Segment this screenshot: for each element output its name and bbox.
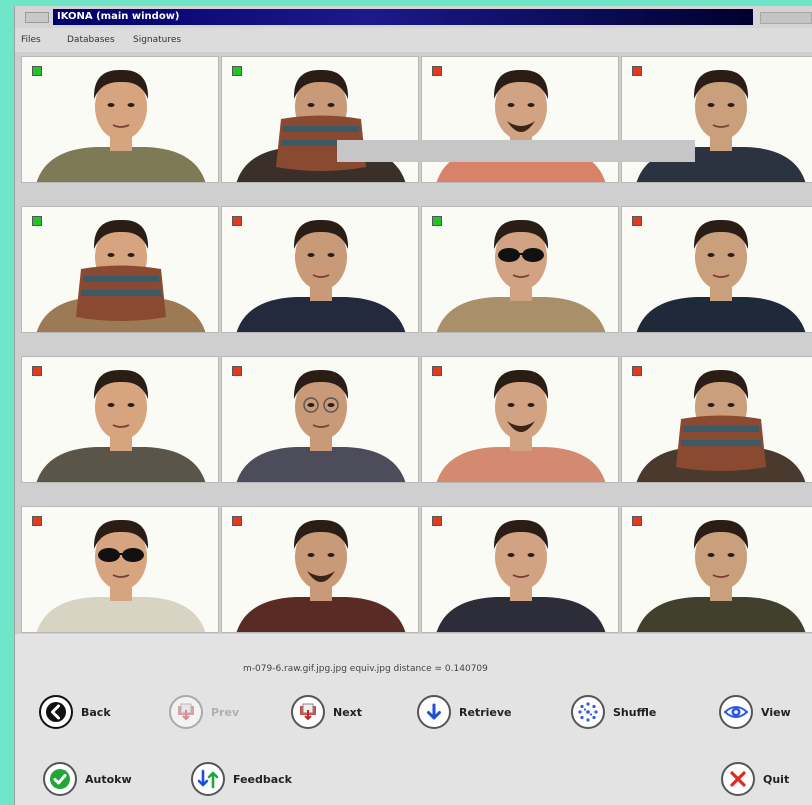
face-image (436, 219, 606, 332)
quit-label: Quit (763, 772, 790, 786)
image-thumbnail[interactable] (21, 506, 219, 633)
feedback-arrows-icon (191, 762, 225, 796)
menu-bar: Files Databases Signatures (15, 32, 812, 48)
image-thumbnail[interactable] (421, 206, 619, 333)
shuffle-icon (571, 695, 605, 729)
face-image (36, 69, 206, 182)
face-image (236, 369, 406, 482)
not-relevant-flag[interactable] (32, 366, 42, 376)
back-button[interactable]: Back (39, 692, 111, 732)
feedback-button[interactable]: Feedback (191, 759, 292, 799)
close-icon (721, 762, 755, 796)
menu-files[interactable]: Files (21, 35, 41, 45)
feedback-label: Feedback (233, 772, 292, 786)
arrow-left-icon (39, 695, 73, 729)
window-controls[interactable] (760, 12, 812, 24)
not-relevant-flag[interactable] (432, 516, 442, 526)
eye-icon (719, 695, 753, 729)
face-image (436, 69, 606, 182)
not-relevant-flag[interactable] (32, 516, 42, 526)
image-thumbnail[interactable] (621, 356, 812, 483)
prev-button[interactable]: Prev (169, 692, 239, 732)
back-label: Back (81, 705, 111, 719)
face-image (436, 519, 606, 632)
window-title: IKONA (main window) (57, 11, 180, 22)
face-image (236, 69, 406, 182)
status-text: m-079-6.raw.gif.jpg.jpg equiv.jpg distan… (243, 664, 488, 674)
window-menu-button[interactable] (25, 12, 49, 23)
prev-icon (169, 695, 203, 729)
image-thumbnail[interactable] (421, 506, 619, 633)
face-image (636, 519, 806, 632)
image-thumbnail[interactable] (621, 506, 812, 633)
progress-bar (337, 140, 695, 162)
next-label: Next (333, 705, 363, 719)
image-thumbnail[interactable] (21, 356, 219, 483)
retrieve-label: Retrieve (459, 705, 512, 719)
not-relevant-flag[interactable] (632, 366, 642, 376)
menu-signatures[interactable]: Signatures (133, 35, 181, 45)
face-image (636, 219, 806, 332)
face-image (36, 219, 206, 332)
not-relevant-flag[interactable] (232, 516, 242, 526)
image-thumbnail[interactable] (221, 356, 419, 483)
checkmark-icon (43, 762, 77, 796)
not-relevant-flag[interactable] (632, 216, 642, 226)
face-image (636, 369, 806, 482)
next-button[interactable]: Next (291, 692, 362, 732)
autokw-button[interactable]: Autokw (43, 759, 132, 799)
arrow-down-icon (417, 695, 451, 729)
face-image (36, 369, 206, 482)
quit-button[interactable]: Quit (721, 759, 789, 799)
not-relevant-flag[interactable] (432, 366, 442, 376)
image-thumbnail[interactable] (221, 506, 419, 633)
title-bar[interactable]: IKONA (main window) (15, 6, 812, 28)
view-button[interactable]: View (719, 692, 791, 732)
shuffle-label: Shuffle (613, 705, 657, 719)
relevant-flag[interactable] (32, 66, 42, 76)
face-image (436, 369, 606, 482)
view-label: View (761, 705, 791, 719)
not-relevant-flag[interactable] (432, 66, 442, 76)
control-panel: m-079-6.raw.gif.jpg.jpg equiv.jpg distan… (15, 634, 812, 805)
image-thumbnail[interactable] (221, 56, 419, 183)
main-window: IKONA (main window) Files Databases Sign… (14, 6, 812, 805)
image-thumbnail[interactable] (421, 56, 619, 183)
image-thumbnail[interactable] (21, 56, 219, 183)
relevant-flag[interactable] (432, 216, 442, 226)
retrieve-button[interactable]: Retrieve (417, 692, 511, 732)
face-image (36, 519, 206, 632)
face-image (236, 519, 406, 632)
shuffle-button[interactable]: Shuffle (571, 692, 656, 732)
image-thumbnail[interactable] (621, 56, 812, 183)
next-icon (291, 695, 325, 729)
image-thumbnail[interactable] (221, 206, 419, 333)
not-relevant-flag[interactable] (232, 366, 242, 376)
menu-databases[interactable]: Databases (67, 35, 115, 45)
relevant-flag[interactable] (232, 66, 242, 76)
autokw-label: Autokw (85, 772, 132, 786)
image-thumbnail[interactable] (421, 356, 619, 483)
face-image (636, 69, 806, 182)
image-thumbnail[interactable] (21, 206, 219, 333)
image-thumbnail[interactable] (621, 206, 812, 333)
face-image (236, 219, 406, 332)
not-relevant-flag[interactable] (232, 216, 242, 226)
not-relevant-flag[interactable] (632, 516, 642, 526)
prev-label: Prev (211, 705, 240, 719)
not-relevant-flag[interactable] (632, 66, 642, 76)
relevant-flag[interactable] (32, 216, 42, 226)
